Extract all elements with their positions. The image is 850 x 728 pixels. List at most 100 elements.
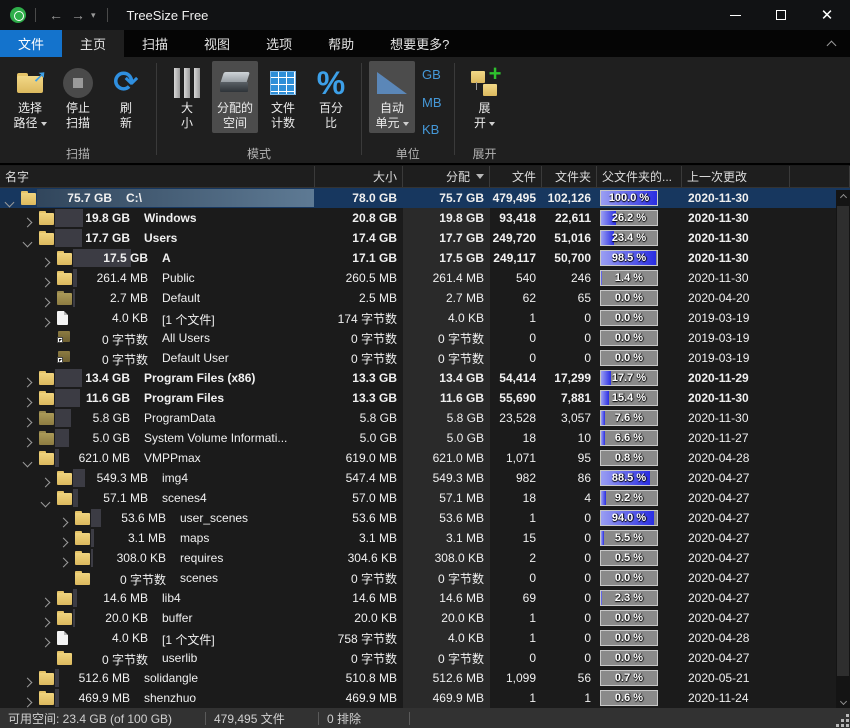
close-button[interactable]: ✕	[804, 0, 850, 30]
file-count-mode-button[interactable]: 文件计数	[260, 61, 306, 133]
tab-文件[interactable]: 文件	[0, 30, 62, 57]
tab-帮助[interactable]: 帮助	[310, 30, 372, 57]
expand-arrow-icon[interactable]	[42, 635, 49, 648]
table-row[interactable]: 2.7 MBDefault2.5 MB2.7 MB62650.0 %2020-0…	[0, 288, 850, 308]
table-row[interactable]: 469.9 MBshenzhuo469.9 MB469.9 MB110.6 %2…	[0, 688, 850, 708]
column-header-文件[interactable]: 文件	[490, 166, 542, 187]
column-header-父文件夹的...[interactable]: 父文件夹的...	[597, 166, 682, 187]
scroll-up-icon[interactable]	[836, 190, 850, 204]
quick-access-caret-icon[interactable]: ▾	[91, 10, 96, 21]
expand-arrow-icon[interactable]	[42, 275, 49, 288]
expand-arrow-icon[interactable]	[42, 315, 49, 328]
table-row[interactable]: 11.6 GBProgram Files13.3 GB11.6 GB55,690…	[0, 388, 850, 408]
expand-arrow-icon[interactable]	[42, 615, 49, 628]
expand-arrow-icon[interactable]	[42, 595, 49, 608]
table-row[interactable]: 19.8 GBWindows20.8 GB19.8 GB93,41822,611…	[0, 208, 850, 228]
size-cell: 57.0 MB	[315, 488, 403, 508]
allocated-mode-button[interactable]: 分配的空间	[212, 61, 258, 133]
table-row[interactable]: 5.8 GBProgramData5.8 GB5.8 GB23,5283,057…	[0, 408, 850, 428]
column-header-大小[interactable]: 大小	[315, 166, 403, 187]
percent-mode-button[interactable]: %百分比	[308, 61, 354, 133]
tab-扫描[interactable]: 扫描	[124, 30, 186, 57]
expand-arrow-icon[interactable]	[60, 535, 67, 548]
collapse-arrow-icon[interactable]	[42, 495, 49, 508]
table-row[interactable]: 0 字节数Default User0 字节数0 字节数000.0 %2019-0…	[0, 348, 850, 368]
table-row[interactable]: 5.0 GBSystem Volume Informati...5.0 GB5.…	[0, 428, 850, 448]
back-icon[interactable]: ←	[45, 7, 67, 23]
table-row[interactable]: 4.0 KB[1 个文件]174 字节数4.0 KB100.0 %2019-03…	[0, 308, 850, 328]
percent-cell: 5.5 %	[597, 528, 682, 548]
table-row[interactable]: 549.3 MBimg4547.4 MB549.3 MB9828688.5 %2…	[0, 468, 850, 488]
table-row[interactable]: 512.6 MBsolidangle510.8 MB512.6 MB1,0995…	[0, 668, 850, 688]
expand-arrow-icon[interactable]	[42, 475, 49, 488]
forward-icon[interactable]: →	[67, 7, 89, 23]
column-header-名字[interactable]: 名字	[0, 166, 315, 187]
item-name: C:\	[126, 191, 142, 205]
tab-想要更多?[interactable]: 想要更多?	[372, 30, 467, 57]
table-row[interactable]: 17.5 GBA17.1 GB17.5 GB249,11750,70098.5 …	[0, 248, 850, 268]
scrollbar-thumb[interactable]	[837, 206, 849, 676]
collapse-ribbon-icon[interactable]	[828, 36, 844, 50]
expand-arrow-icon[interactable]	[42, 295, 49, 308]
tab-视图[interactable]: 视图	[186, 30, 248, 57]
table-row[interactable]: 17.7 GBUsers17.4 GB17.7 GB249,72051,0162…	[0, 228, 850, 248]
table-row[interactable]: 261.4 MBPublic260.5 MB261.4 MB5402461.4 …	[0, 268, 850, 288]
expand-arrow-icon[interactable]	[24, 215, 31, 228]
collapse-arrow-icon[interactable]	[24, 455, 31, 468]
folder-icon	[57, 291, 72, 305]
table-row[interactable]: 308.0 KBrequires304.6 KB308.0 KB200.5 %2…	[0, 548, 850, 568]
table-row[interactable]: 621.0 MBVMPPmax619.0 MB621.0 MB1,071950.…	[0, 448, 850, 468]
item-size-label: 5.0 GB	[56, 431, 130, 445]
maximize-button[interactable]	[758, 0, 804, 30]
table-row[interactable]: 13.4 GBProgram Files (x86)13.3 GB13.4 GB…	[0, 368, 850, 388]
column-header-上一次更改[interactable]: 上一次更改	[682, 166, 790, 187]
refresh-label: 刷	[120, 101, 132, 116]
table-row[interactable]: 75.7 GBC:\78.0 GB75.7 GB479,495102,12610…	[0, 188, 850, 208]
table-row[interactable]: 0 字节数scenes0 字节数0 字节数000.0 %2020-04-27	[0, 568, 850, 588]
size-mode-button[interactable]: 大小	[164, 61, 210, 133]
tab-主页[interactable]: 主页	[62, 30, 124, 57]
percent-bar: 0.7 %	[600, 670, 658, 686]
vertical-scrollbar[interactable]	[836, 190, 850, 708]
table-row[interactable]: 53.6 MBuser_scenes53.6 MB53.6 MB1094.0 %…	[0, 508, 850, 528]
column-header-分配[interactable]: 分配	[403, 166, 490, 187]
minimize-button[interactable]	[712, 0, 758, 30]
size-cell: 17.4 GB	[315, 228, 403, 248]
scroll-down-icon[interactable]	[836, 694, 850, 708]
expand-button[interactable]: +展开	[462, 61, 508, 133]
unit-kb-button[interactable]: KB	[418, 120, 446, 139]
folders-cell: 3,057	[542, 408, 597, 428]
unit-gb-button[interactable]: GB	[418, 65, 446, 84]
column-header-文件夹[interactable]: 文件夹	[542, 166, 597, 187]
resize-grip[interactable]	[835, 713, 849, 727]
select-path-button[interactable]: ➚选择路径	[7, 61, 53, 133]
expand-arrow-icon[interactable]	[24, 415, 31, 428]
expand-arrow-icon[interactable]	[24, 395, 31, 408]
refresh-button[interactable]: ⟳刷新	[103, 61, 149, 133]
percent-bar: 98.5 %	[600, 250, 658, 266]
size-bars-icon	[174, 68, 200, 98]
column-header-blank[interactable]	[790, 166, 850, 187]
expand-arrow-icon[interactable]	[60, 515, 67, 528]
expand-arrow-icon[interactable]	[60, 555, 67, 568]
table-row[interactable]: 4.0 KB[1 个文件]758 字节数4.0 KB100.0 %2020-04…	[0, 628, 850, 648]
table-row[interactable]: 14.6 MBlib414.6 MB14.6 MB6902.3 %2020-04…	[0, 588, 850, 608]
table-row[interactable]: 3.1 MBmaps3.1 MB3.1 MB1505.5 %2020-04-27	[0, 528, 850, 548]
tab-选项[interactable]: 选项	[248, 30, 310, 57]
expand-arrow-icon[interactable]	[24, 675, 31, 688]
auto-unit-button[interactable]: 自动单元	[369, 61, 415, 133]
collapse-arrow-icon[interactable]	[24, 235, 31, 248]
expand-arrow-icon[interactable]	[24, 695, 31, 708]
expand-arrow-icon[interactable]	[42, 255, 49, 268]
unit-mb-button[interactable]: MB	[418, 93, 446, 112]
table-row[interactable]: 57.1 MBscenes457.0 MB57.1 MB1849.2 %2020…	[0, 488, 850, 508]
table-row[interactable]: 0 字节数userlib0 字节数0 字节数000.0 %2020-04-27	[0, 648, 850, 668]
expand-arrow-icon[interactable]	[24, 375, 31, 388]
expand-arrow-icon[interactable]	[24, 435, 31, 448]
table-row[interactable]: 0 字节数All Users0 字节数0 字节数000.0 %2019-03-1…	[0, 328, 850, 348]
collapse-arrow-icon[interactable]	[6, 195, 13, 208]
select-path-label: 路径	[13, 116, 46, 131]
table-row[interactable]: 20.0 KBbuffer20.0 KB20.0 KB100.0 %2020-0…	[0, 608, 850, 628]
expand-label: 展	[478, 101, 490, 116]
stop-scan-button[interactable]: 停止扫描	[55, 61, 101, 133]
